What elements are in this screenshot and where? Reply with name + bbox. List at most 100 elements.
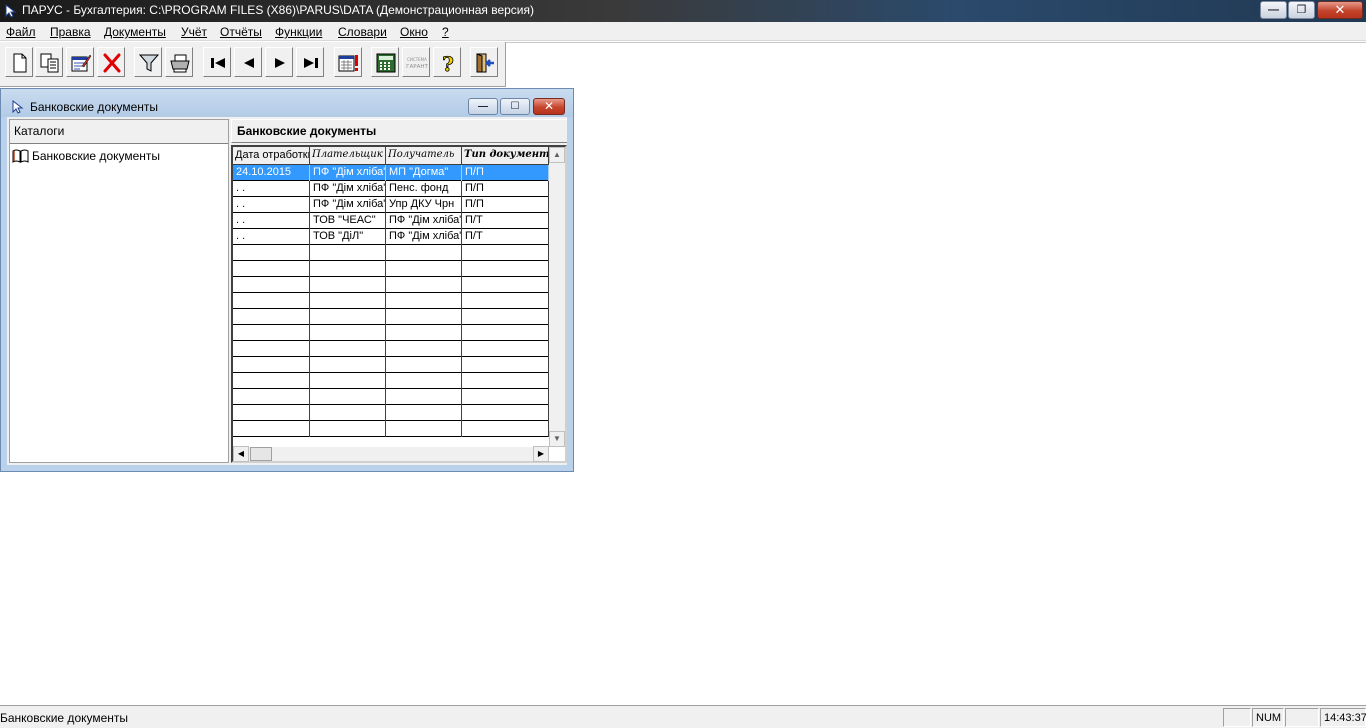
last-record-button[interactable] [296,47,324,77]
cell-receiver[interactable] [386,261,462,277]
scroll-left-icon[interactable]: ◀ [233,446,249,462]
close-button[interactable]: ✕ [1317,1,1363,19]
cell-payer[interactable] [310,261,386,277]
print-button[interactable] [165,47,193,77]
cell-date[interactable] [233,261,310,277]
horizontal-scroll-thumb[interactable] [250,447,272,461]
next-record-button[interactable] [265,47,293,77]
table-row[interactable] [233,309,549,325]
cell-doc-type[interactable] [462,245,549,261]
cell-doc-type[interactable]: П/П [462,197,549,213]
column-header-receiver[interactable]: Получатель [386,147,462,165]
cell-date[interactable] [233,357,310,373]
cell-doc-type[interactable] [462,357,549,373]
cell-receiver[interactable] [386,357,462,373]
cell-date[interactable]: . . [233,229,310,245]
menu-file[interactable]: Файл [6,25,36,39]
table-row[interactable]: . . ПФ "Дім хліба" Пенс. фонд П/П [233,181,549,197]
cell-payer[interactable] [310,373,386,389]
cell-receiver[interactable]: Упр ДКУ Чрн [386,197,462,213]
table-row[interactable]: . . ТОВ "ЧЕАС" ПФ "Дім хліба" П/Т [233,213,549,229]
table-row[interactable] [233,325,549,341]
vertical-scrollbar[interactable]: ▲ ▼ [549,147,565,447]
cell-date[interactable]: 24.10.2015 [233,165,310,181]
cell-date[interactable] [233,277,310,293]
cell-receiver[interactable] [386,389,462,405]
cell-payer[interactable]: ПФ "Дім хліба" [310,197,386,213]
cell-date[interactable] [233,421,310,437]
cell-payer[interactable] [310,389,386,405]
horizontal-scrollbar[interactable]: ◀ ▶ [233,446,549,462]
cell-doc-type[interactable] [462,373,549,389]
cell-receiver[interactable] [386,325,462,341]
scroll-right-icon[interactable]: ▶ [533,446,549,462]
table-row[interactable]: . . ТОВ "ДіЛ" ПФ "Дім хліба" П/Т [233,229,549,245]
cell-receiver[interactable] [386,245,462,261]
cell-payer[interactable]: ПФ "Дім хліба" [310,165,386,181]
help-button[interactable]: ? [433,47,461,77]
cell-doc-type[interactable]: П/Т [462,229,549,245]
menu-window[interactable]: Окно [400,25,428,39]
menu-edit[interactable]: Правка [50,25,91,39]
table-row[interactable] [233,405,549,421]
table-row[interactable] [233,373,549,389]
menu-documents[interactable]: Документы [104,25,166,39]
table-row[interactable]: 24.10.2015 ПФ "Дім хліба" МП "Догма" П/П [233,165,549,181]
child-maximize-button[interactable]: ☐ [500,98,530,115]
cell-payer[interactable] [310,245,386,261]
delete-button[interactable] [97,47,125,77]
cell-receiver[interactable] [386,373,462,389]
cell-doc-type[interactable]: П/П [462,165,549,181]
table-row[interactable] [233,341,549,357]
copy-button[interactable] [35,47,63,77]
cell-payer[interactable]: ПФ "Дім хліба" [310,181,386,197]
table-row[interactable] [233,277,549,293]
cell-date[interactable] [233,389,310,405]
menu-functions[interactable]: Функции [275,25,322,39]
cell-doc-type[interactable] [462,309,549,325]
cell-payer[interactable]: ТОВ "ЧЕАС" [310,213,386,229]
cell-date[interactable]: . . [233,181,310,197]
cell-payer[interactable] [310,309,386,325]
menu-dictionaries[interactable]: Словари [338,25,387,39]
garant-button[interactable]: СИСТЕМА ГАРАНТ [402,47,430,77]
cell-doc-type[interactable] [462,325,549,341]
child-close-button[interactable]: ✕ [533,98,565,115]
cell-date[interactable] [233,293,310,309]
new-button[interactable] [5,47,33,77]
scroll-up-icon[interactable]: ▲ [549,147,565,163]
edit-button[interactable] [66,47,94,77]
cell-receiver[interactable]: МП "Догма" [386,165,462,181]
cell-receiver[interactable]: ПФ "Дім хліба" [386,229,462,245]
cell-receiver[interactable] [386,277,462,293]
cell-payer[interactable] [310,325,386,341]
cell-date[interactable] [233,245,310,261]
table-row[interactable] [233,421,549,437]
cell-doc-type[interactable]: П/Т [462,213,549,229]
exit-button[interactable] [470,47,498,77]
table-row[interactable] [233,293,549,309]
cell-doc-type[interactable] [462,421,549,437]
calendar-alert-button[interactable] [334,47,362,77]
restore-button[interactable]: ❐ [1288,1,1315,19]
filter-button[interactable] [134,47,162,77]
cell-payer[interactable] [310,277,386,293]
previous-record-button[interactable] [234,47,262,77]
cell-doc-type[interactable]: П/П [462,181,549,197]
cell-receiver[interactable] [386,341,462,357]
calculator-button[interactable] [371,47,399,77]
cell-payer[interactable] [310,421,386,437]
cell-payer[interactable]: ТОВ "ДіЛ" [310,229,386,245]
table-row[interactable]: . . ПФ "Дім хліба" Упр ДКУ Чрн П/П [233,197,549,213]
cell-receiver[interactable] [386,405,462,421]
child-minimize-button[interactable]: — [468,98,498,115]
cell-doc-type[interactable] [462,341,549,357]
cell-receiver[interactable]: ПФ "Дім хліба" [386,213,462,229]
cell-date[interactable] [233,373,310,389]
cell-payer[interactable] [310,357,386,373]
cell-date[interactable] [233,405,310,421]
column-header-date[interactable]: Дата отработки [233,147,310,165]
cell-payer[interactable] [310,341,386,357]
cell-date[interactable] [233,309,310,325]
child-title-bar[interactable]: Банковские документы — ☐ ✕ [1,89,573,117]
